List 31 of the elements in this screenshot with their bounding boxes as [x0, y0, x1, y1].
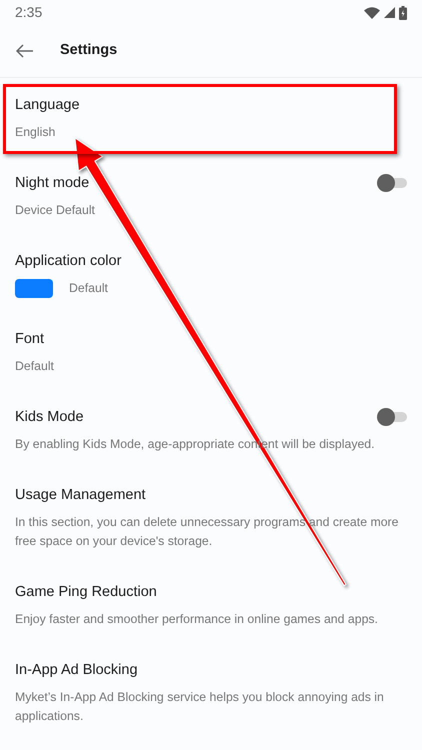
item-description: In this section, you can delete unnecessary programs and create more free space on your device's storage.	[15, 514, 400, 550]
item-description: Myket’s In-App Ad Blocking service helps you block annoying ads in applications.	[15, 689, 385, 725]
item-description: Enjoy faster and smoother performance in online games and apps.	[15, 611, 379, 628]
item-description: English	[15, 124, 56, 141]
item-title: Application color	[15, 252, 122, 271]
screen-title: Settings	[60, 41, 118, 60]
item-title: In-App Ad Blocking	[15, 661, 138, 680]
item-title: Usage Management	[15, 486, 146, 505]
wifi-icon	[364, 6, 380, 18]
item-description: Default	[15, 358, 55, 375]
clock: 2:35	[15, 3, 42, 22]
item-title: Game Ping Reduction	[15, 583, 157, 602]
item-title: Font	[15, 330, 44, 349]
toggle-switch[interactable]	[377, 408, 407, 426]
color-swatch[interactable]	[15, 279, 53, 298]
settings-item[interactable]: Night mode Device Default	[0, 164, 422, 242]
settings-item[interactable]: In-App Ad Blocking Myket’s In-App Ad Blocking service helps you block annoying ads in applications.	[0, 651, 422, 748]
battery-icon	[399, 6, 407, 20]
settings-item[interactable]: Application color Default	[0, 242, 422, 320]
item-title: Language	[15, 96, 80, 115]
item-title: Kids Mode	[15, 408, 84, 427]
item-description: Device Default	[15, 202, 96, 219]
settings-item[interactable]: Usage Management In this section, you can delete unnecessary programs and create more free space on your device's storage.	[0, 476, 422, 573]
settings-item[interactable]: Game Ping Reduction Enjoy faster and smoother performance in online games and apps.	[0, 573, 422, 651]
color-name: Default	[69, 280, 108, 297]
signal-icon	[384, 7, 395, 18]
settings-item[interactable]: Language English	[0, 86, 422, 164]
item-title: Night mode	[15, 174, 90, 193]
toggle-switch[interactable]	[377, 174, 407, 192]
settings-item[interactable]: Font Default	[0, 320, 422, 398]
back-icon[interactable]	[16, 44, 34, 58]
